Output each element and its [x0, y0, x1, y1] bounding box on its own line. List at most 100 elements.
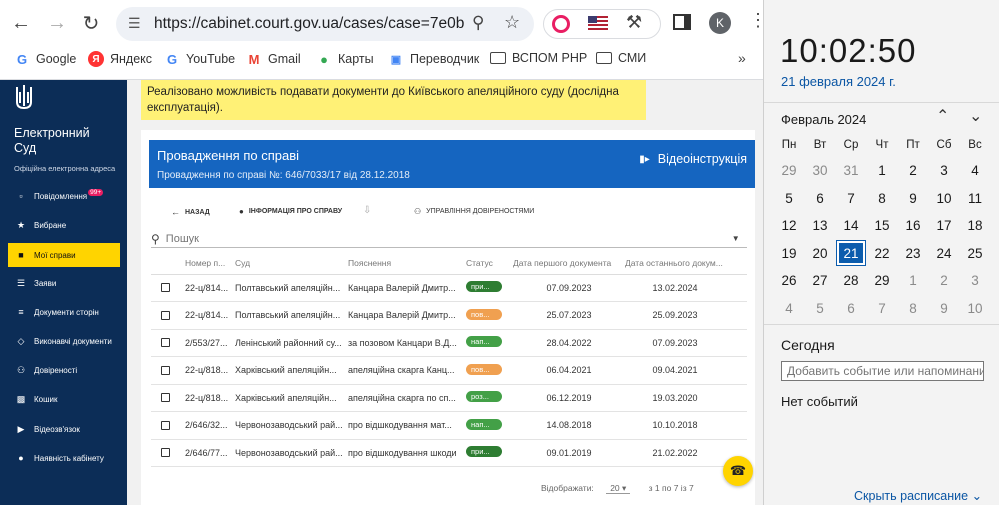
- us-flag-icon[interactable]: [588, 16, 608, 30]
- add-event-input[interactable]: [781, 361, 984, 381]
- hide-schedule-button[interactable]: Скрыть расписание ⌄: [854, 488, 982, 503]
- calendar-day[interactable]: 2: [899, 158, 927, 182]
- calendar-day[interactable]: 20: [806, 241, 834, 265]
- table-row[interactable]: 22-ц/818... Харківський апеляційн... апеля…: [151, 356, 747, 385]
- back-button[interactable]: ← Назад: [171, 207, 210, 217]
- calendar-day[interactable]: 29: [775, 158, 803, 182]
- case-info-button[interactable]: ● Інформація про справу: [239, 207, 342, 216]
- col-number[interactable]: Номер п...: [185, 252, 235, 275]
- calendar-day[interactable]: 1: [899, 268, 927, 292]
- video-instruction-link[interactable]: ▮▸ Відеоінструкція: [639, 152, 747, 166]
- calendar-day[interactable]: 24: [930, 241, 958, 265]
- table-row[interactable]: 22-ц/814... Полтавський апеляційн... Канца…: [151, 274, 747, 302]
- calendar-day[interactable]: 4: [775, 296, 803, 320]
- bookmark-folder-vspom[interactable]: ВСПОМ РНР: [490, 51, 587, 65]
- calendar-day[interactable]: 10: [961, 296, 989, 320]
- sidebar-item-executive-documents[interactable]: ◇ Виконавчі документи: [8, 329, 120, 353]
- forward-arrow-icon[interactable]: →: [42, 8, 72, 38]
- sidebar-item-trash[interactable]: ▩ Кошик: [8, 387, 120, 411]
- calendar-day[interactable]: 8: [868, 186, 896, 210]
- calendar-day[interactable]: 18: [961, 213, 989, 237]
- calendar-day[interactable]: 17: [930, 213, 958, 237]
- calendar-day[interactable]: 5: [775, 186, 803, 210]
- clock-date[interactable]: 21 февраля 2024 г.: [781, 74, 896, 89]
- table-row[interactable]: 22-ц/814... Полтавський апеляційн... Канца…: [151, 301, 747, 330]
- row-checkbox[interactable]: [161, 420, 170, 430]
- reload-icon[interactable]: ↻: [76, 8, 106, 38]
- calendar-day[interactable]: 19: [775, 241, 803, 265]
- row-checkbox[interactable]: [161, 310, 170, 320]
- calendar-day[interactable]: 8: [899, 296, 927, 320]
- calendar-day[interactable]: 29: [868, 268, 896, 292]
- sidebar-item-video-call[interactable]: ▶ Відеозв'язок: [8, 417, 120, 441]
- month-label[interactable]: Февраль 2024: [781, 112, 866, 127]
- bookmark-gmail[interactable]: M Gmail: [246, 51, 301, 67]
- calendar-day[interactable]: 4: [961, 158, 989, 182]
- row-checkbox[interactable]: [161, 338, 170, 348]
- calendar-day[interactable]: 13: [806, 213, 834, 237]
- puzzle-extensions-icon[interactable]: ⚒: [626, 12, 642, 33]
- download-icon[interactable]: ⇩: [363, 205, 371, 216]
- calendar-day[interactable]: 6: [806, 186, 834, 210]
- calendar-day[interactable]: 12: [775, 213, 803, 237]
- table-row[interactable]: 2/646/77... Червонозаводський рай... про в…: [151, 439, 747, 467]
- sidebar-item-favorites[interactable]: ★ Вибране: [8, 213, 120, 237]
- calendar-day[interactable]: 1: [868, 158, 896, 182]
- table-row[interactable]: 2/553/27... Ленінський районний су... за п…: [151, 329, 747, 357]
- calendar-day[interactable]: 7: [868, 296, 896, 320]
- colorful-extension-icon[interactable]: [552, 15, 570, 33]
- calendar-day[interactable]: 11: [961, 186, 989, 210]
- col-status[interactable]: Статус: [466, 252, 513, 275]
- calendar-day[interactable]: 9: [930, 296, 958, 320]
- trust-management-button[interactable]: ⚇ Управління довіреностями: [414, 207, 534, 216]
- calendar-day[interactable]: 25: [961, 241, 989, 265]
- sidebar-item-notifications[interactable]: ▫ Повідомлення 99+: [8, 184, 120, 208]
- col-first-date[interactable]: Дата першого документа: [513, 252, 625, 275]
- col-note[interactable]: Пояснення: [348, 252, 466, 275]
- table-row[interactable]: 2/646/32... Червонозаводський рай... про в…: [151, 411, 747, 440]
- bookmark-maps[interactable]: ● Карты: [316, 51, 374, 67]
- calendar-day[interactable]: 27: [806, 268, 834, 292]
- chevron-up-icon[interactable]: ⌃: [936, 106, 949, 126]
- calendar-day[interactable]: 3: [961, 268, 989, 292]
- sidebar-item-applications[interactable]: ☰ Заяви: [8, 271, 120, 295]
- side-panel-icon[interactable]: [673, 14, 691, 30]
- back-arrow-icon[interactable]: ←: [6, 8, 36, 38]
- table-row[interactable]: 22-ц/818... Харківський апеляційн... апеля…: [151, 384, 747, 412]
- calendar-day[interactable]: 2: [930, 268, 958, 292]
- bookmark-youtube[interactable]: G YouTube: [164, 51, 235, 67]
- row-checkbox[interactable]: [161, 283, 170, 293]
- sidebar-item-cabinet-availability[interactable]: ● Наявність кабінету: [8, 446, 120, 470]
- calendar-day[interactable]: 31: [837, 158, 865, 182]
- bookmark-star-icon[interactable]: ☆: [504, 12, 520, 33]
- search-input[interactable]: [165, 232, 726, 245]
- more-bookmarks-icon[interactable]: »: [738, 50, 746, 66]
- per-page-select[interactable]: 20 ▾: [606, 483, 631, 494]
- calendar-day[interactable]: 26: [775, 268, 803, 292]
- col-court[interactable]: Суд: [235, 252, 348, 275]
- calendar-day[interactable]: 15: [868, 213, 896, 237]
- sidebar-item-party-documents[interactable]: ≡ Документи сторін: [8, 300, 120, 324]
- bookmark-folder-smi[interactable]: СМИ: [596, 51, 646, 65]
- calendar-day[interactable]: 6: [837, 296, 865, 320]
- calendar-day[interactable]: 7: [837, 186, 865, 210]
- bookmark-translate[interactable]: ▣ Переводчик: [388, 51, 479, 67]
- row-checkbox[interactable]: [161, 448, 170, 458]
- bookmark-yandex[interactable]: Я Яндекс: [88, 51, 152, 67]
- phone-call-button[interactable]: ☎: [723, 456, 753, 486]
- calendar-day[interactable]: 22: [868, 241, 896, 265]
- calendar-day-today[interactable]: 21: [836, 240, 866, 266]
- col-last-date[interactable]: Дата останнього докум...: [625, 252, 725, 275]
- sidebar-item-powers-of-attorney[interactable]: ⚇ Довіреності: [8, 358, 120, 382]
- site-info-icon[interactable]: ☰: [128, 15, 141, 32]
- row-checkbox[interactable]: [161, 365, 170, 375]
- calendar-day[interactable]: 3: [930, 158, 958, 182]
- calendar-day[interactable]: 10: [930, 186, 958, 210]
- zoom-icon[interactable]: ⚲: [472, 13, 484, 33]
- calendar-day[interactable]: 28: [837, 268, 865, 292]
- calendar-day[interactable]: 16: [899, 213, 927, 237]
- sidebar-item-my-cases[interactable]: ■ Мої справи: [8, 243, 120, 267]
- url-text[interactable]: https://cabinet.court.gov.ua/cases/case=…: [154, 15, 464, 33]
- bookmark-google[interactable]: G Google: [14, 51, 76, 67]
- row-checkbox[interactable]: [161, 393, 170, 403]
